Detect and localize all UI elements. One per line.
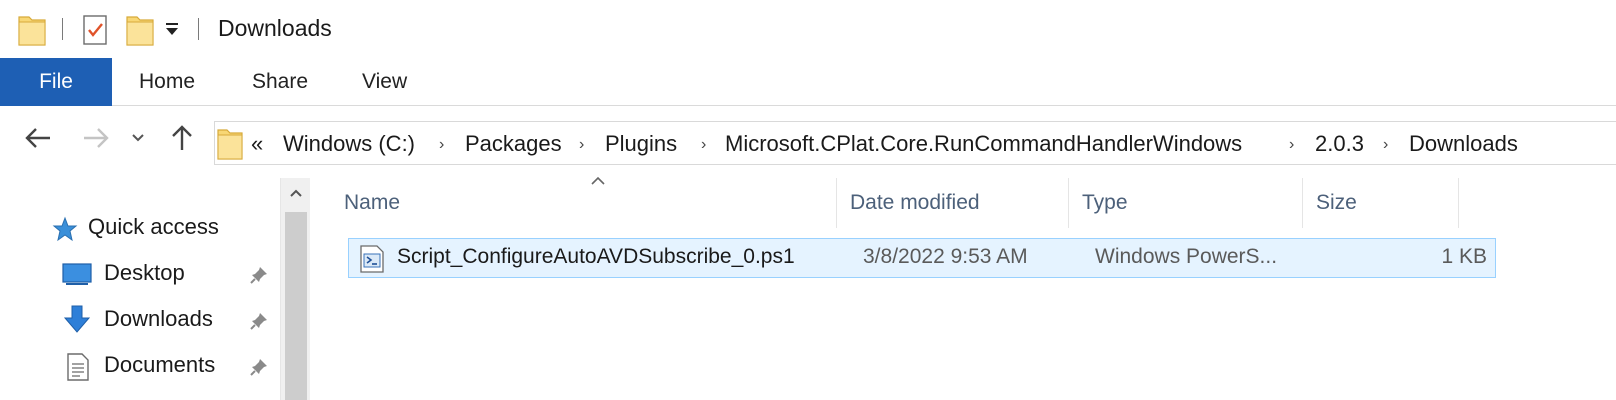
column-divider[interactable] [836, 178, 837, 228]
nav-item-label: Downloads [104, 306, 213, 331]
up-button[interactable] [164, 120, 200, 156]
column-header-date-modified[interactable]: Date modified [842, 178, 1068, 228]
scrollbar-thumb[interactable] [285, 212, 307, 400]
breadcrumb-chevron-icon[interactable]: › [701, 136, 706, 154]
breadcrumb-runcommandhandler[interactable]: Microsoft.CPlat.Core.RunCommandHandlerWi… [725, 131, 1242, 157]
nav-item-label: Quick access [88, 214, 219, 239]
chevron-down-icon [132, 134, 144, 142]
breadcrumb-chevron-icon[interactable]: › [1289, 136, 1294, 154]
chevron-up-icon [290, 189, 302, 197]
powershell-script-icon [359, 244, 387, 279]
column-divider[interactable] [1458, 178, 1459, 228]
nav-item-desktop[interactable]: Desktop [0, 252, 280, 296]
downloads-icon [62, 304, 92, 341]
column-header-type[interactable]: Type [1074, 178, 1300, 228]
nav-item-quick-access[interactable]: Quick access [0, 206, 280, 250]
column-header-size[interactable]: Size [1308, 178, 1458, 228]
column-divider[interactable] [1068, 178, 1069, 228]
breadcrumb-overflow[interactable]: « [251, 131, 263, 157]
table-row[interactable]: Script_ConfigureAutoAVDSubscribe_0.ps1 3… [348, 238, 1496, 278]
column-header-name[interactable]: Name [336, 178, 836, 228]
file-date-modified: 3/8/2022 9:53 AM [863, 245, 1028, 268]
customize-dropdown-icon[interactable] [164, 20, 180, 43]
file-list: Name Date modified Type Size Script_Conf… [312, 176, 1616, 400]
documents-icon [66, 352, 90, 387]
tab-home[interactable]: Home [137, 58, 197, 106]
navigation-pane: Quick access Desktop Downloads Documents [0, 178, 280, 400]
file-name[interactable]: Script_ConfigureAutoAVDSubscribe_0.ps1 [397, 245, 795, 269]
nav-item-label: Documents [104, 352, 216, 377]
breadcrumb-chevron-icon[interactable]: › [579, 136, 584, 154]
breadcrumb-downloads[interactable]: Downloads [1409, 131, 1518, 157]
column-divider[interactable] [1302, 178, 1303, 228]
nav-item-documents[interactable]: Documents [0, 344, 280, 388]
pin-icon[interactable] [250, 266, 268, 289]
back-button[interactable] [20, 120, 56, 156]
title-bar: Downloads [0, 0, 1616, 58]
file-type: Windows PowerS... [1095, 245, 1278, 268]
folder-icon [217, 126, 243, 165]
scroll-up-button[interactable] [281, 178, 311, 208]
breadcrumb-windows-c[interactable]: Windows (C:) [283, 131, 415, 157]
pin-icon[interactable] [250, 312, 268, 335]
tab-view[interactable]: View [360, 58, 409, 106]
properties-icon[interactable] [82, 14, 108, 51]
folder-icon[interactable] [18, 14, 46, 51]
star-icon [52, 216, 78, 247]
ribbon-tabs: File Home Share View [0, 58, 1616, 106]
breadcrumb-plugins[interactable]: Plugins [605, 131, 677, 157]
arrow-up-icon [172, 125, 192, 150]
file-size: 1 KB [1441, 245, 1487, 268]
nav-item-label: Desktop [104, 260, 185, 285]
tab-share[interactable]: Share [250, 58, 310, 106]
desktop-icon [62, 262, 92, 291]
breadcrumb-packages[interactable]: Packages [465, 131, 562, 157]
arrow-right-icon [84, 128, 109, 148]
navigation-pane-scrollbar[interactable] [280, 178, 310, 400]
pin-icon[interactable] [250, 358, 268, 381]
toolbar-separator [62, 18, 63, 40]
nav-item-downloads[interactable]: Downloads [0, 298, 280, 342]
breadcrumb-chevron-icon[interactable]: › [1383, 136, 1388, 154]
address-bar[interactable]: « Windows (C:) › Packages › Plugins › Mi… [214, 121, 1616, 165]
arrow-left-icon [25, 128, 50, 148]
tab-file[interactable]: File [0, 58, 112, 106]
recent-locations-button[interactable] [126, 120, 150, 156]
forward-button[interactable] [78, 120, 114, 156]
toolbar-separator [198, 18, 199, 40]
navigation-bar: « Windows (C:) › Packages › Plugins › Mi… [0, 106, 1616, 178]
window-title: Downloads [218, 15, 332, 41]
new-folder-icon[interactable] [126, 14, 154, 51]
breadcrumb-chevron-icon[interactable]: › [439, 136, 444, 154]
breadcrumb-version[interactable]: 2.0.3 [1315, 131, 1364, 157]
